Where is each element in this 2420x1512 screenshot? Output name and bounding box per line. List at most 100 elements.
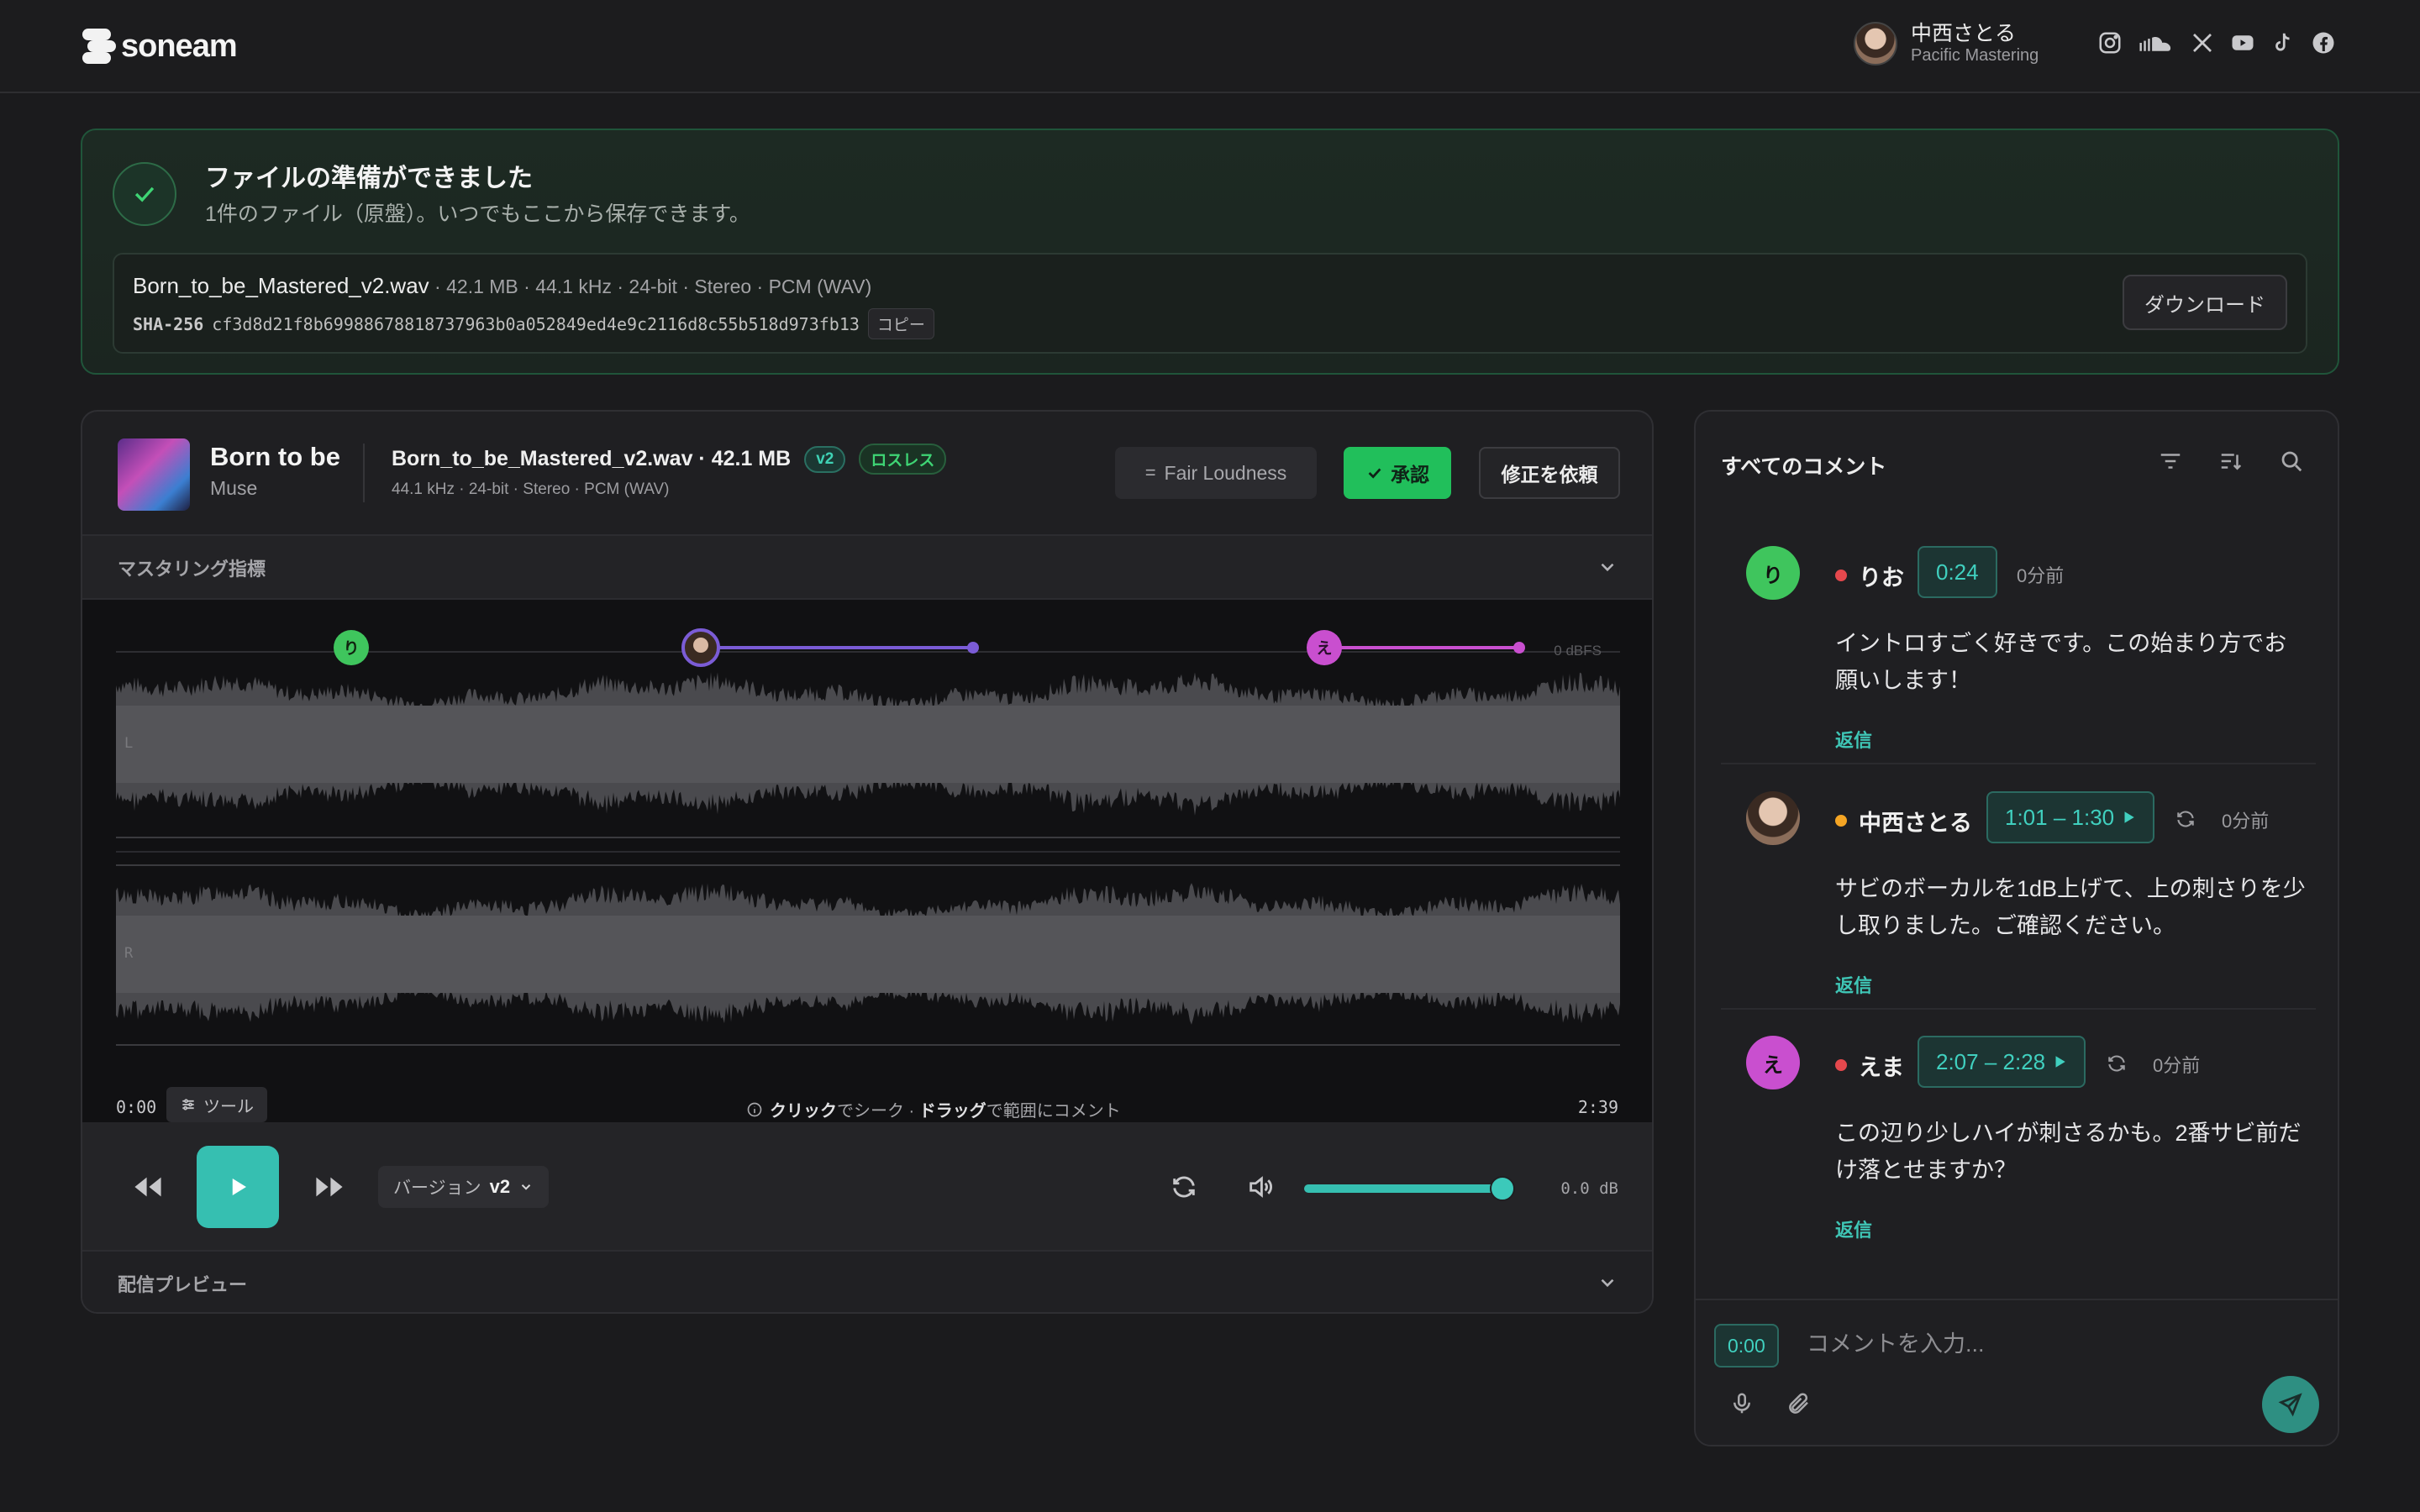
play-icon	[2055, 1056, 2065, 1068]
comments-panel: すべてのコメント り りお 0:24 0分前 イントロすごく好きです。この始まり…	[1694, 410, 2339, 1446]
version-selector[interactable]: バージョン v2	[378, 1166, 550, 1208]
distribution-preview-toggle[interactable]: 配信プレビュー	[82, 1252, 1652, 1312]
comment-body: この辺り少しハイが刺さるかも。2番サビ前だけ落とせますか？	[1835, 1121, 2302, 1183]
avatar-initial: え	[1763, 1053, 1783, 1077]
db-readout: 0.0 dB	[1560, 1179, 1618, 1198]
reply-link[interactable]: 返信	[1835, 971, 1872, 998]
x-icon[interactable]	[2190, 30, 2215, 55]
equals-icon: =	[1144, 462, 1156, 483]
sliders-icon	[182, 1099, 194, 1110]
instagram-icon[interactable]	[2097, 30, 2123, 55]
track-artist: Muse	[210, 477, 258, 499]
sort-icon[interactable]	[2218, 449, 2244, 474]
track-title: Born to be	[210, 442, 340, 471]
check-icon	[1368, 468, 1381, 479]
loop-icon[interactable]	[1170, 1173, 1198, 1201]
facebook-icon[interactable]	[2311, 30, 2336, 55]
send-button[interactable]	[2262, 1376, 2319, 1433]
microphone-icon[interactable]	[1729, 1391, 1754, 1416]
waveform[interactable]: 0 dBFS L R り え 0:00 ツール クリックでシーク · ドラッグで…	[82, 600, 1652, 1122]
fast-forward-icon[interactable]	[313, 1173, 346, 1201]
avatar	[693, 638, 708, 653]
chevron-down-icon	[1601, 563, 1614, 572]
avatar	[1746, 791, 1800, 845]
comment-age: 0分前	[2017, 565, 2065, 586]
reply-link[interactable]: 返信	[1835, 726, 1872, 753]
comment-item: り りお 0:24 0分前 イントロすごく好きです。この始まり方でお願いします！…	[1721, 546, 2316, 764]
attachment-icon[interactable]	[1786, 1391, 1812, 1416]
brand-logo[interactable]: soneam	[79, 27, 238, 66]
metrics-label: マスタリング指標	[118, 559, 266, 580]
search-icon[interactable]	[2279, 449, 2304, 474]
play-button[interactable]	[197, 1146, 279, 1228]
loop-icon[interactable]	[2106, 1053, 2128, 1074]
preview-label: 配信プレビュー	[118, 1274, 248, 1295]
file-ready-banner: ファイルの準備ができました 1件のファイル（原盤）。いつでもここから保存できます…	[81, 129, 2339, 375]
volume-slider-handle[interactable]	[1490, 1176, 1515, 1201]
youtube-icon[interactable]	[2230, 30, 2255, 55]
player-card: Born to be Muse Born_to_be_Mastered_v2.w…	[81, 410, 1654, 1314]
tiktok-icon[interactable]	[2270, 30, 2296, 55]
timestamp-label: 2:07 – 2:28	[1936, 1048, 2046, 1074]
hint-click: クリック	[770, 1102, 837, 1121]
range-end-handle[interactable]	[967, 642, 979, 654]
version-label: バージョン	[393, 1179, 481, 1198]
comment-range-button[interactable]: 2:07 – 2:28	[1918, 1036, 2086, 1088]
range-end-handle[interactable]	[1513, 642, 1525, 654]
request-revision-button[interactable]: 修正を依頼	[1479, 447, 1620, 499]
divider	[363, 444, 365, 502]
fair-loudness-label: Fair Loudness	[1164, 461, 1287, 484]
tools-label: ツール	[203, 1097, 254, 1116]
player-header: Born to be Muse Born_to_be_Mastered_v2.w…	[82, 412, 1652, 534]
commenter-name: えま	[1859, 1055, 1904, 1080]
avatar: り	[1746, 546, 1800, 600]
comment-item: え えま 2:07 – 2:28 0分前 この辺り少しハイが刺さるかも。2番サビ…	[1721, 1036, 2316, 1254]
copy-button[interactable]: コピー	[867, 308, 934, 339]
ready-title: ファイルの準備ができました	[205, 165, 533, 192]
commenter-name: 中西さとる	[1859, 811, 1972, 836]
sha-row: SHA-256 cf3d8d21f8b69988678818737963b0a0…	[133, 308, 934, 339]
soundcloud-icon[interactable]	[2138, 30, 2175, 55]
comment-age: 0分前	[2153, 1055, 2201, 1076]
social-links	[2097, 30, 2336, 55]
tools-button[interactable]: ツール	[166, 1087, 267, 1122]
user-org: Pacific Mastering	[1911, 46, 2039, 65]
volume-slider[interactable]	[1304, 1184, 1502, 1193]
play-icon	[2124, 811, 2134, 823]
status-dot	[1835, 1059, 1847, 1071]
fair-loudness-button[interactable]: = Fair Loudness	[1115, 447, 1317, 499]
user-profile[interactable]: 中西さとる Pacific Mastering	[1854, 22, 2039, 66]
hint-seek: でシーク ·	[837, 1102, 919, 1121]
approve-button[interactable]: 承認	[1344, 447, 1451, 499]
status-dot	[1835, 815, 1847, 827]
avatar: え	[1746, 1036, 1800, 1089]
waveform-canvas[interactable]: 0 dBFS L R り え	[82, 600, 1654, 1122]
filter-icon[interactable]	[2158, 449, 2183, 474]
logo-mark-icon	[79, 27, 116, 66]
mastering-metrics-toggle[interactable]: マスタリング指標	[82, 534, 1652, 600]
comment-marker-ema-initial: え	[1316, 639, 1332, 658]
reply-link[interactable]: 返信	[1835, 1215, 1872, 1242]
composer-timestamp[interactable]: 0:00	[1714, 1324, 1779, 1368]
player-file-meta: 44.1 kHz · 24-bit · Stereo · PCM (WAV)	[392, 480, 670, 498]
comment-body: イントロすごく好きです。この始まり方でお願いします！	[1835, 631, 2287, 693]
comment-composer: 0:00	[1696, 1299, 2338, 1445]
approve-label: 承認	[1391, 464, 1429, 486]
rewind-icon[interactable]	[131, 1173, 165, 1201]
brand-name: soneam	[121, 28, 238, 64]
comment-input[interactable]	[1807, 1319, 2294, 1369]
avatar	[1854, 22, 1897, 66]
time-start: 0:00	[116, 1097, 157, 1117]
top-bar: soneam 中西さとる Pacific Mastering	[0, 0, 2420, 93]
volume-icon[interactable]	[1245, 1173, 1276, 1201]
loop-icon[interactable]	[2175, 808, 2196, 830]
album-cover	[118, 438, 190, 511]
status-dot	[1835, 570, 1847, 581]
send-icon	[2278, 1393, 2302, 1417]
comment-range-button[interactable]: 1:01 – 1:30	[1986, 791, 2155, 843]
file-meta: · 42.1 MB · 44.1 kHz · 24-bit · Stereo ·…	[429, 276, 872, 297]
file-row: Born_to_be_Mastered_v2.wav · 42.1 MB · 4…	[113, 253, 2307, 354]
comment-timestamp-button[interactable]: 0:24	[1918, 546, 1997, 598]
comment-item: 中西さとる 1:01 – 1:30 0分前 サビのボーカルを1dB上げて、上の刺…	[1721, 791, 2316, 1010]
download-button[interactable]: ダウンロード	[2123, 275, 2287, 330]
